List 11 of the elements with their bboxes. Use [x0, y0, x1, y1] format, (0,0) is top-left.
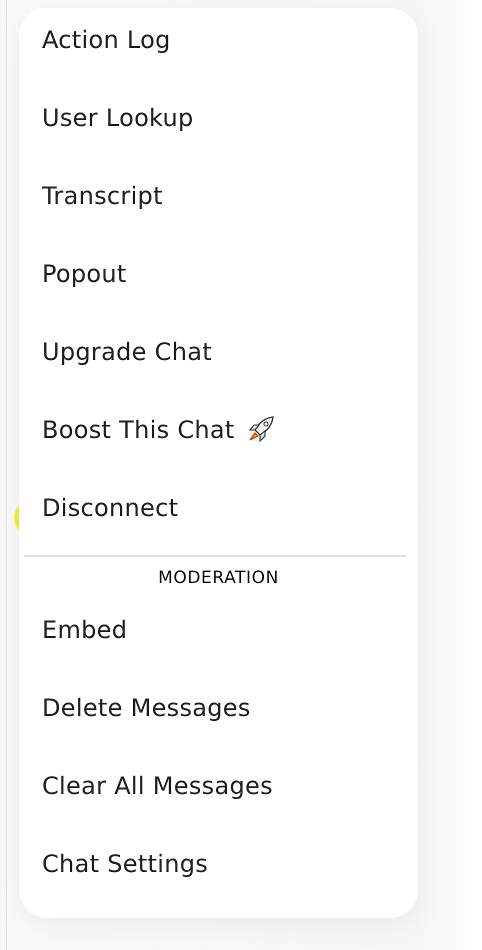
menu-item[interactable]: User Lookup	[19, 79, 418, 157]
menu-item[interactable]: Action Log	[19, 8, 418, 79]
menu-item[interactable]: Clear All Messages	[19, 747, 418, 825]
menu-item[interactable]: Popout	[19, 235, 418, 313]
menu-item[interactable]: Boost This Chat	[19, 391, 418, 469]
section-heading: MODERATION	[157, 567, 280, 590]
menu-item[interactable]: Transcript	[19, 157, 418, 235]
menu-item[interactable]: Upgrade Chat	[19, 313, 418, 391]
menu-item[interactable]: Delete Messages	[19, 669, 418, 747]
menu-item[interactable]: Chat Settings	[19, 825, 418, 903]
menu-item[interactable]: Embed	[19, 591, 418, 669]
